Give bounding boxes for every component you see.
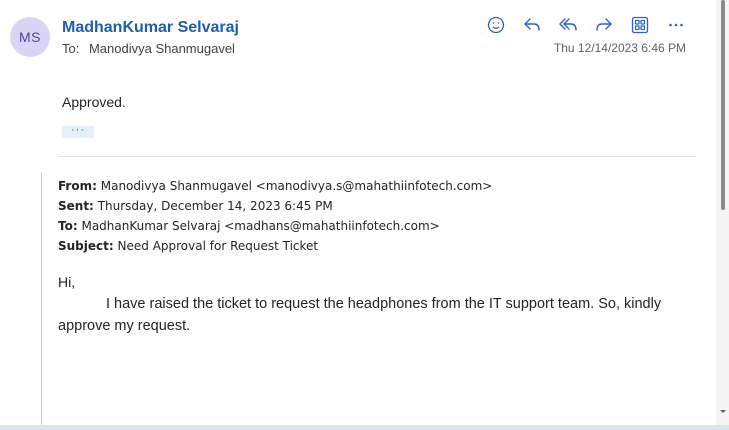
divider — [58, 156, 696, 157]
emoji-reaction-button[interactable] — [484, 13, 508, 37]
vertical-scrollbar[interactable] — [716, 0, 729, 430]
quoted-from-line: From: Manodivya Shanmugavel <manodivya.s… — [58, 176, 492, 196]
quoted-header: From: Manodivya Shanmugavel <manodivya.s… — [58, 176, 492, 256]
avatar[interactable]: MS — [10, 17, 50, 57]
reply-all-icon — [559, 18, 577, 31]
scroll-down-arrow-icon[interactable] — [720, 410, 726, 413]
reply-icon — [524, 18, 540, 31]
forward-button[interactable] — [592, 13, 616, 37]
quoted-greeting: Hi, — [58, 274, 76, 290]
more-actions-button[interactable] — [664, 13, 688, 37]
recipient-name[interactable]: Manodivya Shanmugavel — [89, 41, 235, 56]
apps-icon — [631, 16, 649, 34]
quoted-sent-label: Sent: — [58, 199, 94, 213]
forward-icon — [596, 18, 612, 31]
to-label: To: — [62, 41, 80, 56]
bottom-edge — [0, 425, 729, 430]
recipient-line: To: Manodivya Shanmugavel — [62, 41, 235, 56]
avatar-initials: MS — [19, 29, 41, 45]
quoted-sent-value: Thursday, December 14, 2023 6:45 PM — [97, 199, 333, 213]
quoted-from-label: From: — [58, 179, 97, 193]
quoted-sent-line: Sent: Thursday, December 14, 2023 6:45 P… — [58, 196, 492, 216]
quoted-subject-line: Subject: Need Approval for Request Ticke… — [58, 236, 492, 256]
quote-bar — [41, 172, 42, 430]
emoji-icon — [487, 16, 505, 34]
message-actions-toolbar — [484, 13, 688, 37]
quoted-to-value: MadhanKumar Selvaraj <madhans@mahathiinf… — [81, 219, 440, 233]
reply-button[interactable] — [520, 13, 544, 37]
more-icon — [669, 23, 683, 27]
quoted-to-line: To: MadhanKumar Selvaraj <madhans@mahath… — [58, 216, 492, 236]
quoted-subject-value: Need Approval for Request Ticket — [117, 239, 319, 253]
message-body-text: Approved. — [62, 94, 126, 110]
apps-button[interactable] — [628, 13, 652, 37]
quoted-to-label: To: — [58, 219, 78, 233]
message-date: Thu 12/14/2023 6:46 PM — [553, 41, 686, 55]
quoted-from-value: Manodivya Shanmugavel <manodivya.s@mahat… — [100, 179, 493, 193]
show-trimmed-content-button[interactable]: ··· — [62, 125, 94, 138]
quoted-subject-label: Subject: — [58, 239, 114, 253]
sender-name[interactable]: MadhanKumar Selvaraj — [62, 19, 239, 37]
quoted-paragraph: I have raised the ticket to request the … — [58, 296, 662, 334]
scrollbar-thumb[interactable] — [721, 0, 725, 210]
email-reading-pane: MS MadhanKumar Selvaraj To: Manodivya Sh… — [0, 0, 729, 430]
reply-all-button[interactable] — [556, 13, 580, 37]
